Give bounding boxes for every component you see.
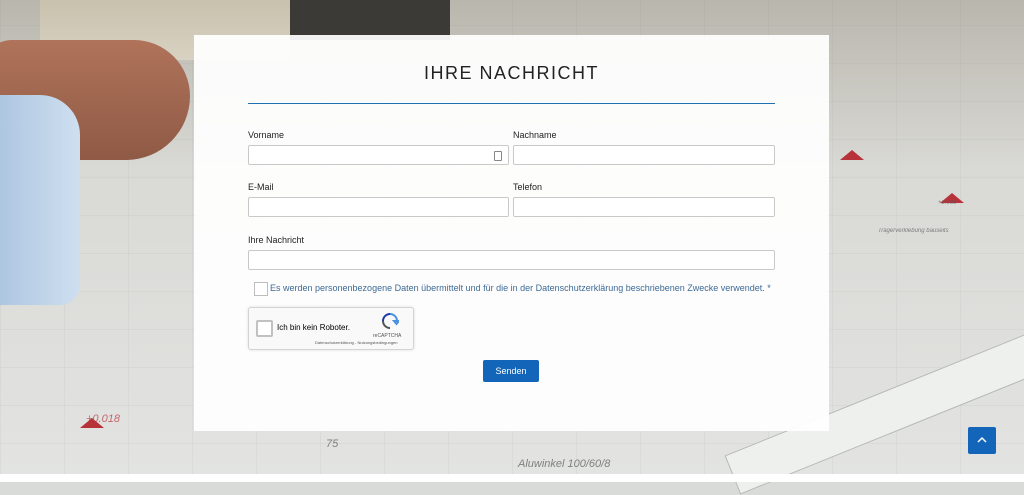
recaptcha-logo-icon: [382, 313, 399, 329]
plan-text: 75: [326, 438, 339, 450]
contact-form-card: IHRE NACHRICHT Vorname Nachname E-Mail T…: [194, 35, 829, 431]
plan-text: Aluwinkel 100/60/8: [518, 458, 611, 470]
vorname-input[interactable]: [248, 145, 509, 165]
autofill-icon[interactable]: [494, 151, 502, 161]
nachname-label: Nachname: [513, 130, 557, 140]
consent-text: Es werden personenbezogene Daten übermit…: [270, 283, 771, 293]
send-button[interactable]: Senden: [483, 360, 539, 382]
plan-text: Trägerverklebung bauseits: [878, 228, 949, 234]
plan-text: +2.965: [938, 200, 957, 206]
vorname-label: Vorname: [248, 130, 285, 140]
title-divider: [248, 103, 775, 104]
telefon-label: Telefon: [513, 182, 543, 192]
recaptcha-brand: reCAPTCHA: [373, 333, 402, 339]
plan-marker: [840, 150, 864, 160]
page-bottom-bar: [0, 474, 1024, 482]
nachricht-label: Ihre Nachricht: [248, 235, 305, 245]
scroll-to-top-button[interactable]: [968, 427, 996, 454]
recaptcha-widget: Ich bin kein Roboter. reCAPTCHA Datensch…: [248, 307, 414, 350]
form-title: IHRE NACHRICHT: [423, 63, 599, 83]
recaptcha-checkbox[interactable]: [256, 320, 273, 337]
chevron-up-icon: [977, 436, 987, 443]
recaptcha-links[interactable]: Datenschutzerklärung - Nutzungsbedingung…: [315, 340, 398, 345]
sleeve-shape: [0, 95, 80, 305]
email-label: E-Mail: [248, 182, 274, 192]
telefon-input[interactable]: [513, 197, 775, 217]
email-input[interactable]: [248, 197, 509, 217]
consent-checkbox[interactable]: [254, 282, 268, 296]
nachricht-input[interactable]: [248, 250, 775, 270]
plan-text: +0.018: [86, 413, 120, 425]
nachname-input[interactable]: [513, 145, 775, 165]
dark-shape: [290, 0, 450, 40]
recaptcha-label: Ich bin kein Roboter.: [277, 323, 350, 332]
